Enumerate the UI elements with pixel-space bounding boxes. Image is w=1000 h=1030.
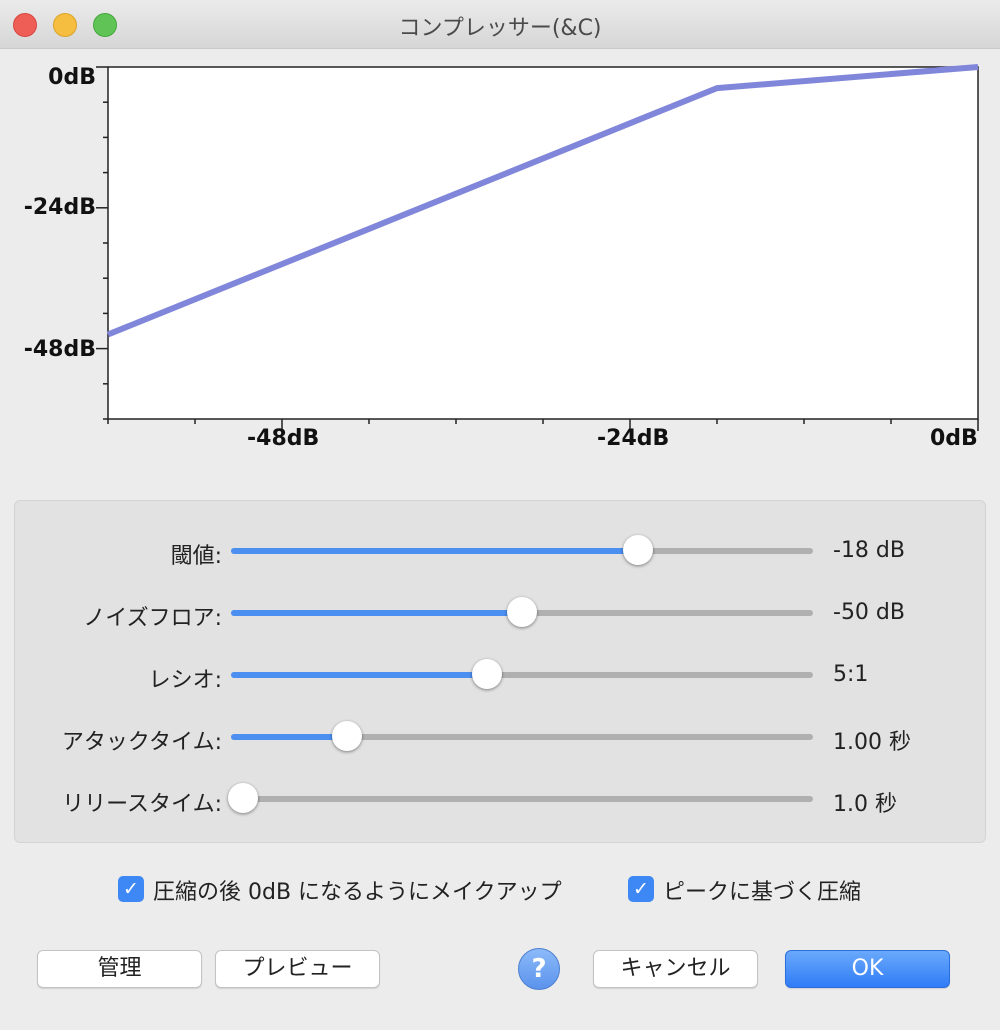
cancel-button[interactable]: キャンセル — [593, 950, 758, 988]
compressor-dialog: コンプレッサー(&C) 0dB -24dB -48dB -48dB -24dB … — [0, 0, 1000, 1030]
checkmark-icon[interactable]: ✓ — [118, 876, 144, 902]
release-time-slider-knob[interactable] — [227, 783, 258, 813]
threshold-label: 閾値: — [170, 544, 222, 569]
ratio-value: 5:1 — [833, 662, 869, 687]
noise-floor-slider-fill — [231, 610, 522, 616]
y-axis-label-0db: 0dB — [48, 65, 96, 90]
threshold-slider[interactable] — [231, 535, 813, 565]
manage-button[interactable]: 管理 — [37, 950, 202, 988]
checkmark-icon[interactable]: ✓ — [628, 876, 654, 902]
ratio-row: レシオ: 5:1 — [15, 655, 987, 695]
attack-time-slider-knob[interactable] — [332, 721, 363, 751]
threshold-row: 閾値: -18 dB — [15, 531, 987, 571]
noise-floor-value: -50 dB — [833, 600, 905, 625]
graph-canvas — [96, 64, 979, 431]
ratio-label: レシオ: — [148, 668, 222, 693]
noise-floor-row: ノイズフロア: -50 dB — [15, 593, 987, 633]
compression-graph: 0dB -24dB -48dB -48dB -24dB 0dB — [0, 50, 1000, 470]
threshold-value: -18 dB — [833, 538, 905, 563]
attack-time-label: アタックタイム: — [61, 730, 222, 755]
release-time-slider[interactable] — [227, 783, 813, 813]
peak-based-checkbox[interactable]: ✓ ピークに基づく圧縮 — [628, 874, 888, 905]
attack-time-slider[interactable] — [231, 721, 813, 751]
attack-time-value: 1.00 秒 — [833, 730, 911, 755]
ratio-slider[interactable] — [231, 659, 813, 689]
release-time-value: 1.0 秒 — [833, 792, 897, 817]
help-icon[interactable]: ? — [518, 948, 560, 990]
x-axis-label-minus48db: -48dB — [247, 426, 320, 451]
ratio-slider-knob[interactable] — [472, 659, 503, 689]
plot-area — [107, 66, 979, 420]
ratio-slider-fill — [231, 672, 488, 678]
peak-based-label: ピークに基づく圧縮 — [663, 880, 862, 905]
noise-floor-slider[interactable] — [231, 597, 813, 627]
makeup-gain-checkbox[interactable]: ✓ 圧縮の後 0dB になるようにメイクアップ — [118, 874, 608, 905]
threshold-slider-knob[interactable] — [623, 535, 654, 565]
preview-button[interactable]: プレビュー — [215, 950, 380, 988]
title-bar: コンプレッサー(&C) — [0, 0, 1000, 49]
ok-button[interactable]: OK — [785, 950, 950, 988]
y-axis-label-minus24db: -24dB — [23, 195, 96, 220]
y-axis-label-minus48db: -48dB — [23, 337, 96, 362]
settings-panel: 閾値: -18 dB ノイズフロア: -50 dB レシオ: 5:1 アタックタ… — [14, 500, 986, 843]
threshold-slider-fill — [231, 548, 639, 554]
makeup-gain-label: 圧縮の後 0dB になるようにメイクアップ — [153, 880, 562, 905]
release-time-label: リリースタイム: — [62, 792, 222, 817]
noise-floor-label: ノイズフロア: — [83, 606, 222, 631]
x-axis-label-minus24db: -24dB — [597, 426, 670, 451]
attack-time-slider-fill — [231, 734, 348, 740]
release-time-row: リリースタイム: 1.0 秒 — [15, 779, 987, 819]
attack-time-row: アタックタイム: 1.00 秒 — [15, 717, 987, 757]
noise-floor-slider-knob[interactable] — [507, 597, 537, 627]
window-title: コンプレッサー(&C) — [398, 16, 602, 41]
x-axis-label-0db: 0dB — [930, 426, 978, 451]
